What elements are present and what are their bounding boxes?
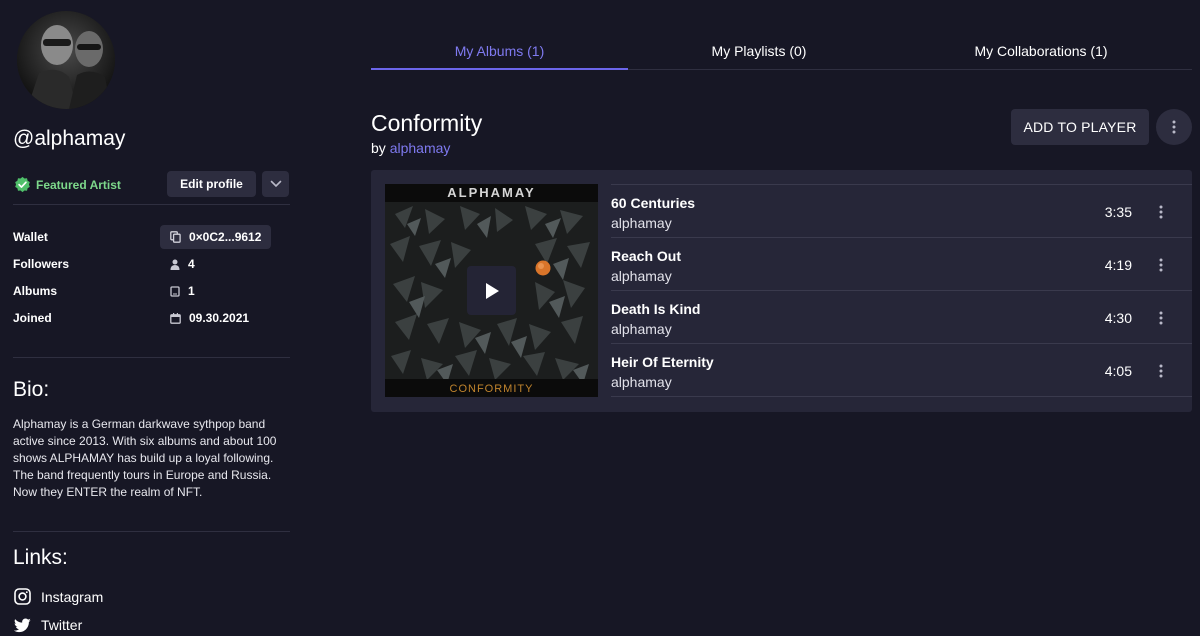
joined-label: Joined bbox=[13, 311, 52, 325]
wallet-label: Wallet bbox=[13, 230, 48, 244]
tab-my-playlists[interactable]: My Playlists (0) bbox=[628, 34, 890, 69]
profile-sidebar: @alphamay Featured Artist Edit profile W… bbox=[0, 0, 305, 636]
wallet-copy-button[interactable]: 0×0C2...9612 bbox=[160, 225, 272, 249]
track-duration: 4:19 bbox=[1104, 257, 1132, 273]
divider bbox=[13, 531, 290, 532]
add-to-player-button[interactable]: ADD TO PLAYER bbox=[1011, 109, 1149, 145]
track-title: Death Is Kind bbox=[611, 301, 701, 317]
track-row[interactable]: 60 Centuries alphamay 3:35 bbox=[611, 185, 1192, 238]
tab-my-collaborations[interactable]: My Collaborations (1) bbox=[890, 34, 1192, 69]
featured-label: Featured Artist bbox=[36, 177, 121, 192]
track-title: 60 Centuries bbox=[611, 195, 696, 211]
stat-joined: Joined 09.30.2021 bbox=[13, 306, 290, 330]
edit-profile-button[interactable]: Edit profile bbox=[167, 171, 256, 197]
divider bbox=[13, 204, 290, 205]
albums-label: Albums bbox=[13, 284, 58, 298]
track-title: Heir Of Eternity bbox=[611, 354, 714, 370]
instagram-icon bbox=[14, 588, 31, 605]
link-label: Twitter bbox=[41, 617, 83, 633]
more-vertical-icon bbox=[1159, 311, 1163, 325]
by-prefix: by bbox=[371, 140, 386, 156]
track-artist[interactable]: alphamay bbox=[611, 321, 672, 337]
joined-date: 09.30.2021 bbox=[189, 311, 250, 325]
album-cover: ALPHAMAY CONFORMITY bbox=[385, 184, 598, 397]
stat-albums: Albums 1 bbox=[13, 279, 290, 303]
tab-my-albums[interactable]: My Albums (1) bbox=[371, 34, 628, 70]
chevron-down-icon bbox=[270, 180, 281, 188]
divider bbox=[13, 357, 290, 358]
track-title: Reach Out bbox=[611, 248, 682, 264]
album-more-button[interactable] bbox=[1156, 109, 1192, 145]
cover-band-name: ALPHAMAY bbox=[447, 185, 536, 200]
profile-dropdown-button[interactable] bbox=[262, 171, 289, 197]
wallet-address: 0×0C2...9612 bbox=[189, 230, 262, 244]
tab-bar: My Albums (1) My Playlists (0) My Collab… bbox=[371, 34, 1192, 70]
track-duration: 4:05 bbox=[1104, 363, 1132, 379]
track-duration: 3:35 bbox=[1104, 204, 1132, 220]
track-list: 60 Centuries alphamay 3:35 Reach Out alp… bbox=[611, 184, 1192, 397]
track-row[interactable]: Death Is Kind alphamay 4:30 bbox=[611, 291, 1192, 344]
stat-wallet: Wallet 0×0C2...9612 bbox=[13, 225, 290, 249]
link-instagram[interactable]: Instagram bbox=[14, 588, 103, 605]
album-icon bbox=[170, 285, 180, 297]
followers-count: 4 bbox=[188, 257, 195, 271]
links-heading: Links: bbox=[13, 546, 68, 569]
more-vertical-icon bbox=[1159, 364, 1163, 378]
username: @alphamay bbox=[13, 127, 126, 150]
track-row[interactable]: Reach Out alphamay 4:19 bbox=[611, 238, 1192, 291]
album-title: Conformity bbox=[371, 110, 483, 136]
avatar[interactable] bbox=[17, 11, 115, 109]
track-artist[interactable]: alphamay bbox=[611, 374, 672, 390]
play-button[interactable] bbox=[467, 266, 516, 315]
cover-album-name: CONFORMITY bbox=[449, 383, 534, 395]
track-more-button[interactable] bbox=[1156, 309, 1166, 327]
followers-label: Followers bbox=[13, 257, 70, 271]
track-artist[interactable]: alphamay bbox=[611, 215, 672, 231]
twitter-icon bbox=[14, 617, 31, 632]
track-more-button[interactable] bbox=[1156, 203, 1166, 221]
verified-check-icon bbox=[15, 176, 30, 193]
play-icon bbox=[485, 282, 499, 299]
more-vertical-icon bbox=[1172, 120, 1176, 134]
person-icon bbox=[170, 259, 180, 270]
track-row[interactable]: Heir Of Eternity alphamay 4:05 bbox=[611, 344, 1192, 397]
stat-followers: Followers 4 bbox=[13, 252, 290, 276]
album-byline: by alphamay bbox=[371, 140, 450, 156]
album-panel: ALPHAMAY CONFORMITY 60 Centuries alphama… bbox=[371, 170, 1192, 412]
track-duration: 4:30 bbox=[1104, 310, 1132, 326]
more-vertical-icon bbox=[1159, 258, 1163, 272]
albums-count: 1 bbox=[188, 284, 195, 298]
more-vertical-icon bbox=[1159, 205, 1163, 219]
track-more-button[interactable] bbox=[1156, 256, 1166, 274]
copy-icon bbox=[170, 231, 181, 243]
track-artist[interactable]: alphamay bbox=[611, 268, 672, 284]
album-artist-link[interactable]: alphamay bbox=[390, 140, 451, 156]
track-more-button[interactable] bbox=[1156, 362, 1166, 380]
featured-artist-badge: Featured Artist bbox=[14, 176, 121, 193]
bio-heading: Bio: bbox=[13, 378, 50, 401]
calendar-icon bbox=[170, 312, 181, 324]
link-twitter[interactable]: Twitter bbox=[14, 617, 82, 633]
bio-text: Alphamay is a German darkwave sythpop ba… bbox=[13, 417, 277, 499]
link-label: Instagram bbox=[41, 588, 104, 605]
